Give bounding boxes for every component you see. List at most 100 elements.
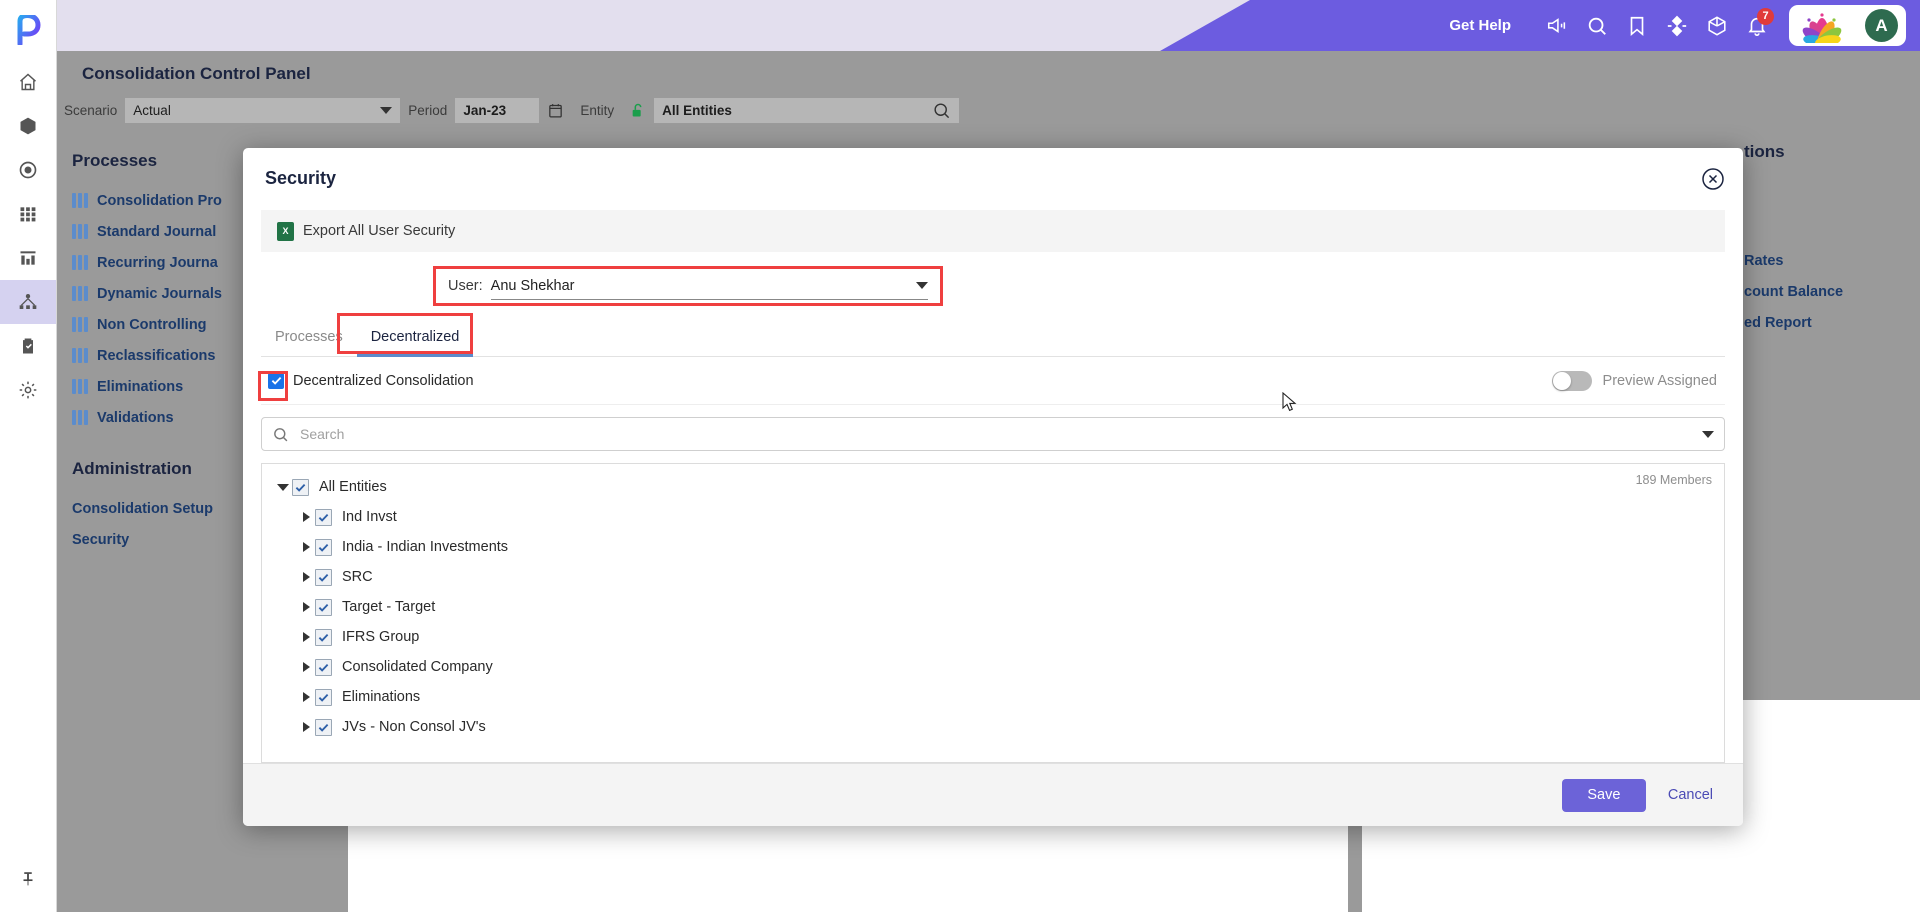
period-value[interactable]: Jan-23 [455,98,540,123]
tree-checkbox[interactable] [315,688,332,706]
tree-checkbox[interactable] [315,658,332,676]
process-item-label: Non Controlling [97,316,207,333]
export-label[interactable]: Export All User Security [303,223,455,239]
action-link[interactable]: count Balance [1744,284,1843,300]
search-input[interactable] [298,425,1702,443]
chevron-right-icon [302,572,310,582]
calendar-button[interactable] [539,96,572,125]
compass-icon [1667,15,1687,36]
process-item-label: Eliminations [97,378,184,395]
tree-node[interactable]: SRC [262,562,1724,592]
decentralized-consolidation-row: Decentralized Consolidation Preview Assi… [258,357,1725,405]
sidebar-item-grid[interactable] [0,192,56,236]
user-value: Anu Shekhar [490,277,575,294]
close-button[interactable] [1701,167,1725,191]
tree-node[interactable]: India - Indian Investments [262,532,1724,562]
preview-assigned-label: Preview Assigned [1602,372,1717,389]
chevron-down-icon [277,483,289,491]
bookmark-button[interactable] [1617,6,1657,46]
tree-checkbox[interactable] [315,598,332,616]
top-bar: Get Help 7 A [56,0,1920,51]
app-logo[interactable] [0,0,56,60]
cancel-button[interactable]: Cancel [1668,787,1713,803]
expand-toggle[interactable] [274,483,292,491]
get-help-button[interactable]: Get Help [1449,17,1511,34]
chevron-right-icon [302,722,310,732]
entity-lock-button[interactable] [622,96,654,125]
pin-button[interactable] [0,870,56,888]
tree-node[interactable]: JVs - Non Consol JV's [262,712,1724,742]
expand-toggle[interactable] [297,632,315,642]
notification-badge: 7 [1757,7,1774,25]
decentralized-checkbox[interactable] [258,370,291,401]
action-link[interactable]: Rates [1744,253,1784,269]
tab-processes[interactable]: Processes [261,329,357,356]
search-button[interactable] [1577,6,1617,46]
sidebar-item-home[interactable] [0,60,56,104]
search-box[interactable] [261,417,1725,451]
hierarchy-icon [19,294,37,309]
sidebar-item-target[interactable] [0,148,56,192]
left-icon-rail [0,0,57,912]
tree-checkbox[interactable] [315,718,332,736]
expand-toggle[interactable] [297,572,315,582]
sidebar-item-cube[interactable] [0,104,56,148]
preview-assigned-toggle[interactable] [1551,370,1592,391]
tree-root-node[interactable]: All Entities [262,472,1724,502]
process-item-label: Validations [97,409,174,426]
close-icon [1702,168,1724,190]
action-link[interactable]: ed Report [1744,315,1812,331]
user-chip[interactable]: A [1789,5,1906,50]
chevron-right-icon [302,692,310,702]
check-icon [295,483,306,492]
check-icon [318,693,329,702]
tree-checkbox[interactable] [315,508,332,526]
user-select[interactable]: Anu Shekhar [490,272,928,300]
bars-icon [72,224,88,239]
expand-toggle[interactable] [297,602,315,612]
entity-select[interactable]: All Entities [654,98,960,123]
sidebar-item-chart[interactable] [0,236,56,280]
search-icon[interactable] [932,101,951,120]
tree-node[interactable]: Target - Target [262,592,1724,622]
expand-toggle[interactable] [297,692,315,702]
scenario-select[interactable]: Actual [125,98,401,123]
dialog-title: Security [265,168,337,188]
grid-icon [20,207,36,222]
tree-checkbox[interactable] [315,538,332,556]
tree-node[interactable]: Consolidated Company [262,652,1724,682]
user-row: User: Anu Shekhar [243,252,1743,314]
sidebar-item-settings[interactable] [0,368,56,412]
package-button[interactable] [1697,6,1737,46]
tree-checkbox[interactable] [315,628,332,646]
tree-node[interactable]: Eliminations [262,682,1724,712]
tree-node-label: IFRS Group [342,629,420,645]
decentralized-checkbox-label[interactable]: Decentralized Consolidation [293,373,474,389]
notifications-button[interactable]: 7 [1737,6,1777,46]
chevron-down-icon[interactable] [1702,430,1714,438]
bars-icon [72,286,88,301]
page-header: Consolidation Control Panel [56,51,1920,96]
checkbox-highlight-box [258,370,288,401]
expand-toggle[interactable] [297,512,315,522]
sidebar-item-hierarchy[interactable] [0,280,56,324]
export-all-user-security-row[interactable]: X Export All User Security [261,210,1725,252]
tab-decentralized[interactable]: Decentralized [356,329,474,357]
sidebar-item-tasks[interactable] [0,324,56,368]
tree-checkbox[interactable] [315,568,332,586]
compass-button[interactable] [1657,6,1697,46]
check-icon [318,663,329,672]
dialog-footer: Save Cancel [243,763,1743,826]
entity-tree[interactable]: 189 Members All Entities Ind Invst India … [261,463,1725,763]
process-item-label: Dynamic Journals [97,285,222,302]
bars-icon [72,193,88,208]
avatar[interactable]: A [1865,9,1898,42]
tree-checkbox[interactable] [292,478,309,496]
save-button[interactable]: Save [1561,778,1646,812]
tree-node[interactable]: Ind Invst [262,502,1724,532]
expand-toggle[interactable] [297,542,315,552]
tree-node[interactable]: IFRS Group [262,622,1724,652]
expand-toggle[interactable] [297,662,315,672]
expand-toggle[interactable] [297,722,315,732]
megaphone-button[interactable] [1537,6,1577,46]
